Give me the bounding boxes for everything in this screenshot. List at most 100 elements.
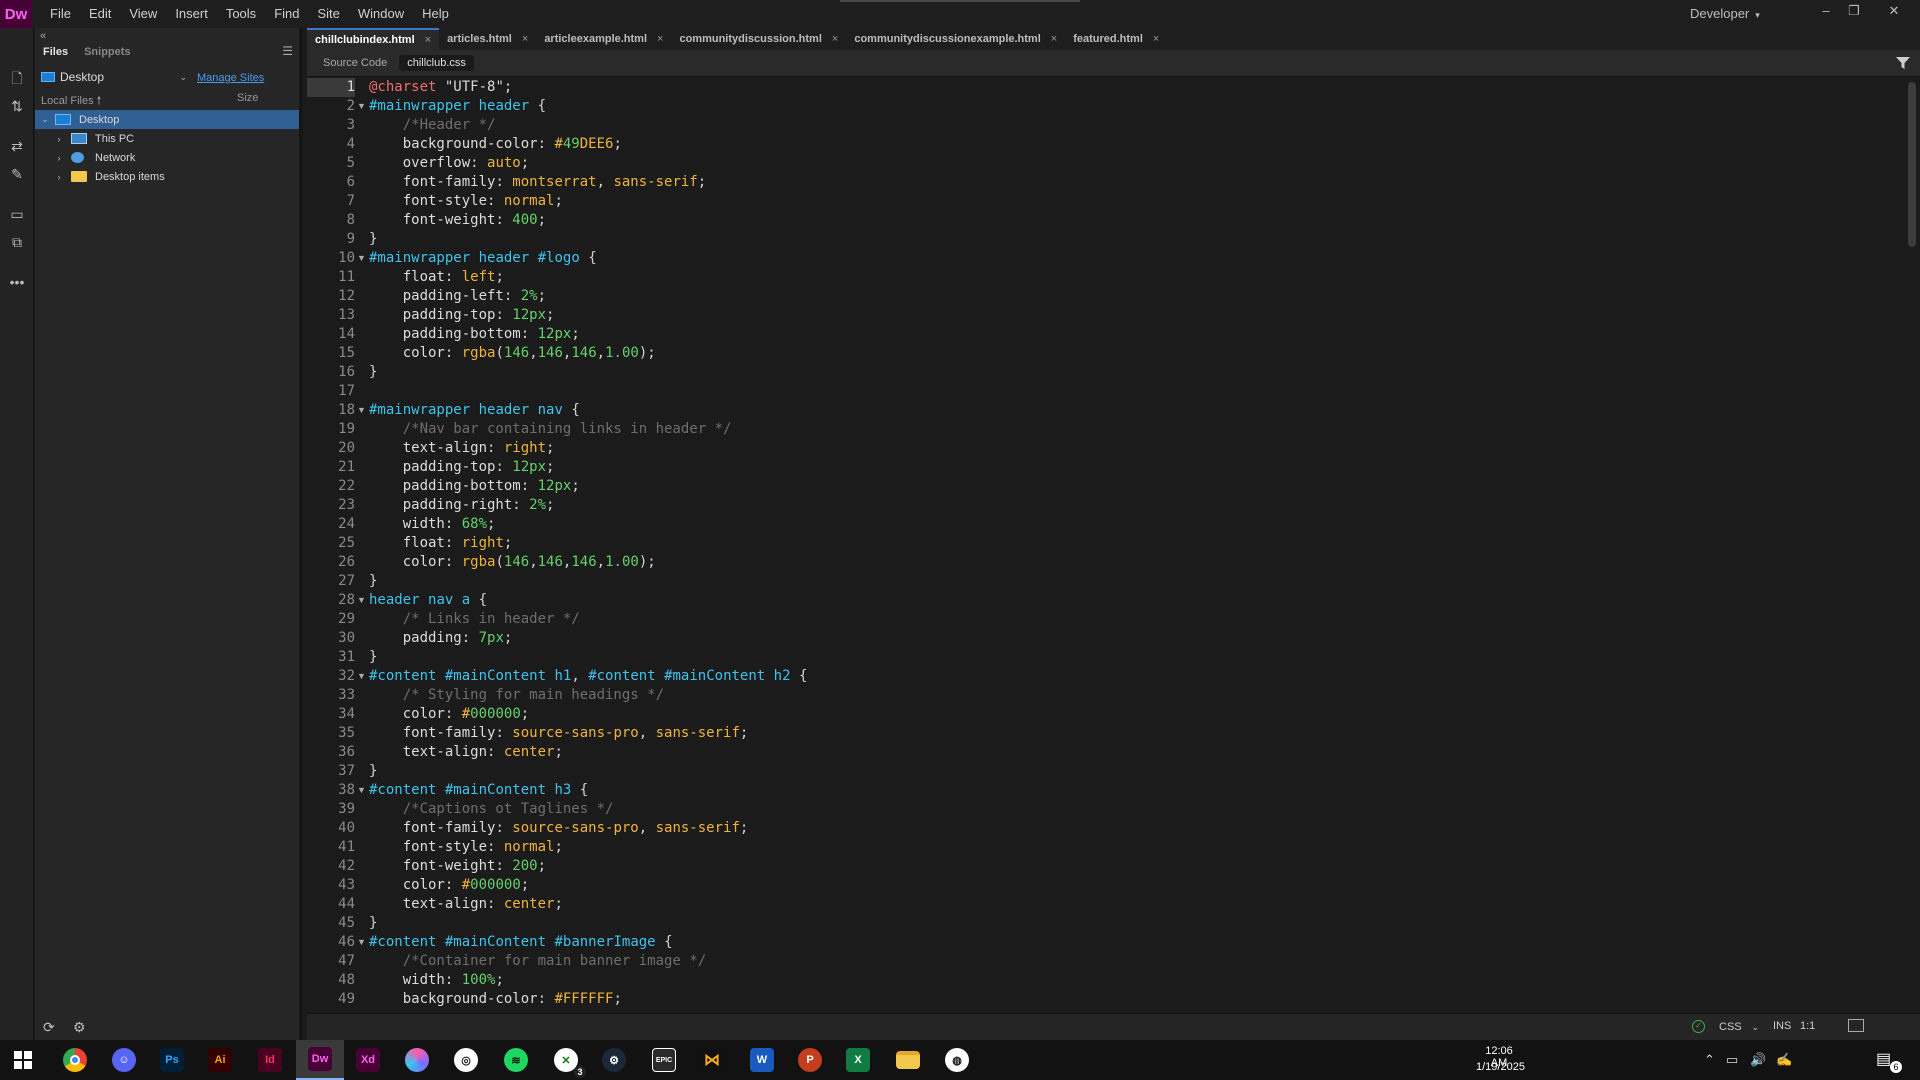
language-select[interactable]: CSS ⌄ — [1715, 1018, 1763, 1036]
taskbar-illustrator[interactable]: Ai — [200, 1040, 240, 1080]
code-line[interactable]: } — [369, 572, 377, 591]
code-line[interactable]: @charset "UTF-8"; — [369, 78, 512, 97]
code-line[interactable]: #content #mainContent h1, #content #main… — [369, 667, 807, 686]
code-line[interactable]: padding-left: 2%; — [369, 287, 546, 306]
code-line[interactable]: font-style: normal; — [369, 838, 563, 857]
fold-toggle-icon[interactable]: ▼ — [357, 97, 367, 116]
preview-icon[interactable] — [1848, 1019, 1864, 1032]
get-put-icon[interactable]: ⇅ — [7, 96, 27, 116]
code-line[interactable]: padding: 7px; — [369, 629, 513, 648]
close-button[interactable]: ✕ — [1880, 0, 1908, 24]
refresh-icon[interactable]: ⟳ — [43, 1019, 55, 1036]
fold-toggle-icon[interactable]: ▼ — [357, 249, 367, 268]
taskbar-discord[interactable]: ☺ — [104, 1040, 144, 1080]
taskbar-xbox[interactable]: ✕ 3 — [546, 1040, 586, 1080]
code-line[interactable]: color: rgba(146,146,146,1.00); — [369, 553, 656, 572]
code-editor[interactable]: 1 2 3 4 5 6 7 8 9 10 11 12 13 14 15 16 17 18 19 20 21 22 23 24 2… — [307, 78, 1920, 1013]
tab-snippets[interactable]: Snippets — [76, 46, 138, 58]
code-line[interactable]: width: 100%; — [369, 971, 504, 990]
restore-button[interactable]: ❐ — [1840, 0, 1868, 24]
code-line[interactable]: width: 68%; — [369, 515, 496, 534]
code-line[interactable]: text-align: right; — [369, 439, 555, 458]
size-header[interactable]: Size — [237, 92, 258, 104]
chevron-right-icon[interactable]: › — [53, 134, 65, 144]
doc-tab-chillclubindex[interactable]: chillclubindex.html × — [307, 28, 440, 51]
connect-icon[interactable]: ⚙ — [73, 1019, 86, 1036]
network-status-icon[interactable]: ▭ — [1726, 1052, 1738, 1068]
fold-toggle-icon[interactable]: ▼ — [357, 591, 367, 610]
code-line[interactable]: background-color: #49DEE6; — [369, 135, 622, 154]
split-icon[interactable]: ⇄ — [7, 136, 27, 156]
taskbar-app[interactable]: ◍ — [937, 1040, 977, 1080]
doc-tab-communitydiscussion[interactable]: communitydiscussion.html × — [671, 28, 846, 50]
taskbar-app[interactable] — [397, 1040, 437, 1080]
code-line[interactable]: font-weight: 400; — [369, 211, 546, 230]
menu-help[interactable]: Help — [413, 0, 458, 28]
taskbar-file-explorer[interactable] — [888, 1040, 928, 1080]
chevron-right-icon[interactable]: › — [53, 172, 65, 182]
taskbar-app[interactable]: ◎ — [446, 1040, 486, 1080]
chevron-down-icon[interactable]: ⌄ — [39, 114, 51, 125]
code-line[interactable]: text-align: center; — [369, 895, 563, 914]
close-icon[interactable]: × — [1153, 28, 1159, 50]
code-line[interactable]: #mainwrapper header #logo { — [369, 249, 597, 268]
code-line[interactable]: } — [369, 363, 377, 382]
tree-item-network[interactable]: › Network — [35, 148, 299, 167]
fold-toggle-icon[interactable]: ▼ — [357, 401, 367, 420]
manage-sites-link[interactable]: Manage Sites — [197, 72, 264, 84]
code-line[interactable]: padding-bottom: 12px; — [369, 477, 580, 496]
code-line[interactable]: color: rgba(146,146,146,1.00); — [369, 344, 656, 363]
code-line[interactable]: padding-top: 12px; — [369, 458, 555, 477]
fold-toggle-icon[interactable]: ▼ — [357, 781, 367, 800]
code-line[interactable]: float: right; — [369, 534, 513, 553]
preview-icon[interactable]: ⧉ — [7, 232, 27, 252]
pen-icon[interactable]: ✍ — [1776, 1052, 1792, 1068]
taskbar-excel[interactable]: X — [838, 1040, 878, 1080]
code-line[interactable]: color: #000000; — [369, 876, 529, 895]
more-icon[interactable]: ••• — [7, 272, 27, 292]
taskbar-spotify[interactable]: ≋ — [496, 1040, 536, 1080]
minimize-button[interactable]: – — [1812, 0, 1840, 24]
taskbar-indesign[interactable]: Id — [250, 1040, 290, 1080]
doc-tab-featured[interactable]: featured.html × — [1065, 28, 1167, 50]
filter-icon[interactable] — [1896, 57, 1910, 69]
code-line[interactable]: /*Container for main banner image */ — [369, 952, 706, 971]
code-line[interactable]: font-family: source-sans-pro, sans-serif… — [369, 819, 749, 838]
code-line[interactable]: #content #mainContent #bannerImage { — [369, 933, 673, 952]
code-line[interactable]: /*Header */ — [369, 116, 496, 135]
code-line[interactable]: } — [369, 648, 377, 667]
code-line[interactable]: header nav a { — [369, 591, 487, 610]
menu-find[interactable]: Find — [265, 0, 308, 28]
start-button[interactable] — [3, 1040, 43, 1080]
taskbar-dreamweaver[interactable]: Dw — [296, 1040, 344, 1080]
code-line[interactable]: color: #000000; — [369, 705, 529, 724]
notification-center[interactable]: ▤ 6 — [1876, 1049, 1902, 1073]
close-icon[interactable]: × — [832, 28, 838, 50]
menu-tools[interactable]: Tools — [217, 0, 265, 28]
code-line[interactable]: padding-top: 12px; — [369, 306, 555, 325]
menu-edit[interactable]: Edit — [80, 0, 120, 28]
tree-item-desktop[interactable]: ⌄ Desktop — [35, 110, 299, 129]
chevron-up-icon[interactable]: ⌃ — [1704, 1052, 1715, 1068]
clock-date[interactable]: 1/19/2025 — [1476, 1061, 1525, 1073]
fold-toggle-icon[interactable]: ▼ — [357, 667, 367, 686]
taskbar-powerpoint[interactable]: P — [790, 1040, 830, 1080]
code-line[interactable]: float: left; — [369, 268, 504, 287]
code-line[interactable]: #content #mainContent h3 { — [369, 781, 588, 800]
close-icon[interactable]: × — [425, 29, 431, 51]
code-line[interactable]: font-style: normal; — [369, 192, 563, 211]
code-line[interactable]: overflow: auto; — [369, 154, 529, 173]
check-icon[interactable]: ✓ — [1692, 1020, 1705, 1033]
code-line[interactable]: /* Links in header */ — [369, 610, 580, 629]
doc-tab-articles[interactable]: articles.html × — [439, 28, 536, 50]
code-line[interactable]: text-align: center; — [369, 743, 563, 762]
code-line[interactable]: } — [369, 914, 377, 933]
code-line[interactable]: font-weight: 200; — [369, 857, 546, 876]
code-line[interactable]: font-family: source-sans-pro, sans-serif… — [369, 724, 749, 743]
taskbar-steam[interactable]: ⚙ — [594, 1040, 634, 1080]
site-select[interactable]: Desktop ⌄ — [41, 68, 191, 86]
local-files-header[interactable]: Local Files 🠕 — [41, 95, 101, 107]
close-icon[interactable]: × — [522, 28, 528, 50]
menu-view[interactable]: View — [120, 0, 166, 28]
close-icon[interactable]: × — [657, 28, 663, 50]
